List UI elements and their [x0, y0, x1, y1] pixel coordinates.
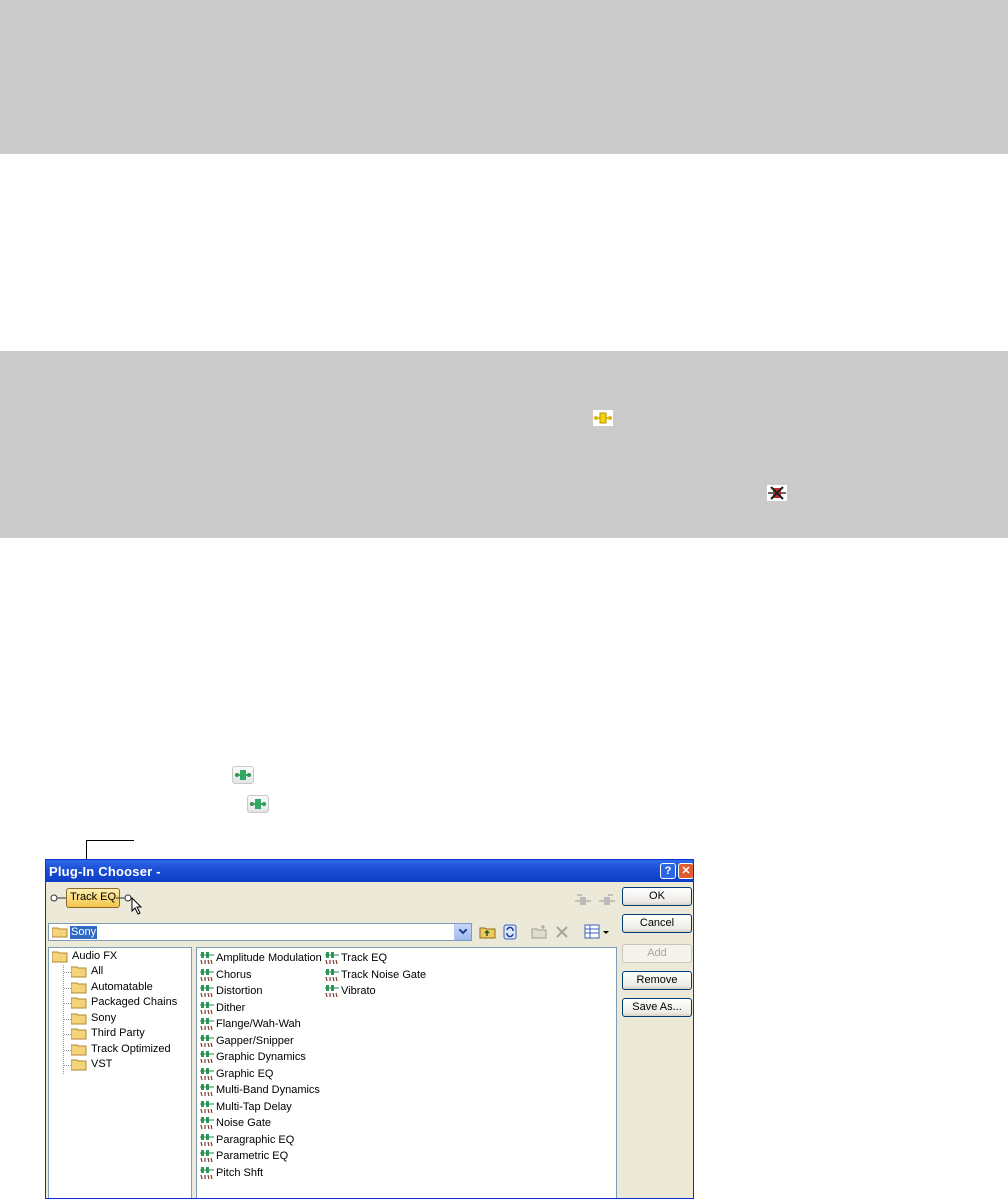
plugin-icon [200, 1067, 214, 1080]
plugin-name: Chorus [216, 968, 252, 981]
move-left-icon[interactable] [574, 892, 592, 906]
combo-dropdown-button[interactable] [454, 924, 471, 940]
add-button[interactable]: Add [622, 944, 692, 963]
plugin-name: Track EQ [341, 952, 388, 964]
plugin-chooser-dialog: Plug-In Chooser - ? ✕ Track EQ Sony Audi… [45, 859, 694, 1199]
folder-icon [52, 951, 68, 963]
plugin-icon [200, 1001, 214, 1014]
plugin-name: Track Noise Gate [341, 968, 427, 981]
plugin-icon [200, 985, 214, 998]
folder-icon [71, 1028, 87, 1040]
help-button[interactable]: ? [660, 863, 676, 879]
plugin-chain-icon-2 [247, 795, 269, 813]
chain-plugin-track-eq[interactable]: Track EQ [66, 888, 121, 908]
plugin-name: Graphic Dynamics [216, 1051, 306, 1063]
plugin-name: Gapper/Snipper [216, 1034, 294, 1047]
up-folder-icon[interactable] [479, 924, 497, 940]
plugin-chain-icon-1 [232, 766, 254, 784]
plugin-name: Distortion [216, 985, 263, 997]
mouse-cursor-icon [131, 897, 143, 915]
save-as-button[interactable]: Save As... [622, 998, 692, 1017]
folder-tree[interactable]: Audio FX All Automatable Packaged Chains… [48, 947, 192, 1198]
combo-value: Sony [70, 926, 98, 939]
chain-start-connector-icon [50, 894, 66, 902]
yellow-plugin-icon [593, 410, 613, 426]
plugin-name: Paragraphic EQ [216, 1133, 295, 1146]
refresh-icon[interactable] [502, 924, 518, 940]
title-bar: Plug-In Chooser - ? ✕ [46, 860, 693, 882]
folder-combo-box[interactable]: Sony [48, 923, 472, 941]
cancel-button[interactable]: Cancel [622, 914, 692, 933]
folder-icon [71, 982, 87, 994]
plugin-name: Dither [216, 1001, 246, 1014]
folder-icon [71, 997, 87, 1009]
plugin-name: Multi-Tap Delay [216, 1100, 292, 1113]
callout-line [86, 840, 134, 841]
ok-button[interactable]: OK [622, 887, 692, 906]
plugin-name: Noise Gate [216, 1117, 272, 1129]
dialog-title: Plug-In Chooser - [49, 864, 161, 879]
gray-band-middle [0, 351, 1008, 538]
plugin-icon [200, 1034, 214, 1047]
plugin-icon [200, 1117, 214, 1130]
plugin-icon [200, 1018, 214, 1031]
plugin-icon [325, 985, 339, 998]
folder-icon [71, 1013, 87, 1025]
plugin-icon [325, 968, 339, 981]
chain-end-connector-icon [116, 894, 132, 902]
plugin-icon [200, 1133, 214, 1146]
folder-icon [71, 1044, 87, 1056]
plugin-icon [200, 1100, 214, 1113]
plugin-name: Parametric EQ [216, 1150, 289, 1162]
view-options-icon[interactable] [584, 924, 610, 940]
plugin-name: Amplitude Modulation [216, 952, 322, 964]
plugin-name: Flange/Wah-Wah [216, 1018, 301, 1030]
bypassed-plugin-icon [767, 485, 787, 501]
plugin-icon [200, 1166, 214, 1179]
plugin-icon [200, 1084, 214, 1097]
plugin-icon [200, 968, 214, 981]
folder-icon [71, 966, 87, 978]
move-right-icon[interactable] [598, 892, 616, 906]
plugin-name: Multi-Band Dynamics [216, 1084, 320, 1096]
plugin-list[interactable]: Amplitude Modulation Chorus Distortion Dith… [196, 947, 617, 1198]
plugin-icon [200, 1150, 214, 1163]
close-button[interactable]: ✕ [678, 863, 693, 879]
plugin-name: Graphic EQ [216, 1067, 274, 1080]
plugin-name: Vibrato [341, 985, 376, 997]
remove-button[interactable]: Remove [622, 971, 692, 990]
plugin-icon [200, 952, 214, 965]
folder-icon [52, 927, 68, 938]
gray-band-top [0, 0, 1008, 154]
chevron-down-icon [459, 929, 467, 935]
plugin-icon [200, 1051, 214, 1064]
plugin-name: Pitch Shft [216, 1166, 264, 1179]
new-folder-icon[interactable] [531, 924, 547, 940]
delete-icon[interactable] [554, 924, 570, 940]
folder-icon [71, 1059, 87, 1071]
plugin-icon [325, 952, 339, 965]
